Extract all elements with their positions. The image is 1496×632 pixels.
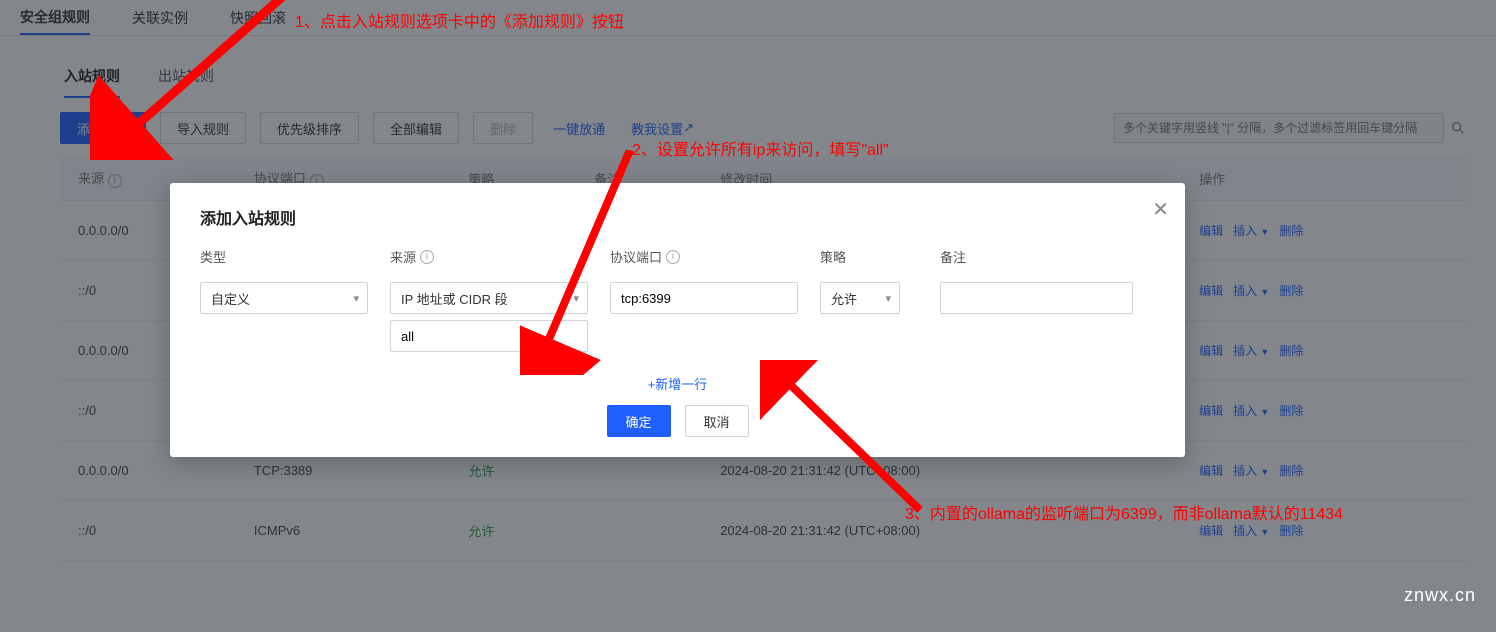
remark-input[interactable] [940, 282, 1133, 314]
add-row-link[interactable]: +新增一行 [200, 374, 1155, 393]
label-protocol: 协议端口 i [610, 247, 820, 266]
info-icon: i [666, 250, 680, 264]
label-policy: 策略 [820, 247, 940, 266]
protocol-port-field[interactable] [621, 291, 787, 306]
source-value-input[interactable] [390, 320, 588, 352]
confirm-button[interactable]: 确定 [607, 405, 671, 437]
protocol-port-input[interactable] [610, 282, 798, 314]
policy-select[interactable]: 允许 [820, 282, 900, 314]
cancel-button[interactable]: 取消 [685, 405, 749, 437]
label-remark: 备注 [940, 247, 1155, 266]
type-select[interactable]: 自定义 [200, 282, 368, 314]
label-source: 来源 i [390, 247, 610, 266]
close-icon[interactable]: ✕ [1152, 197, 1169, 222]
add-rule-modal: ✕ 添加入站规则 类型 来源 i 协议端口 i 策略 备注 自定义 IP 地址或… [170, 183, 1185, 457]
info-icon: i [420, 250, 434, 264]
modal-title: 添加入站规则 [200, 205, 1155, 229]
source-mode-select[interactable]: IP 地址或 CIDR 段 [390, 282, 588, 314]
label-type: 类型 [200, 247, 390, 266]
source-value-field[interactable] [401, 329, 577, 344]
remark-field[interactable] [951, 291, 1122, 306]
